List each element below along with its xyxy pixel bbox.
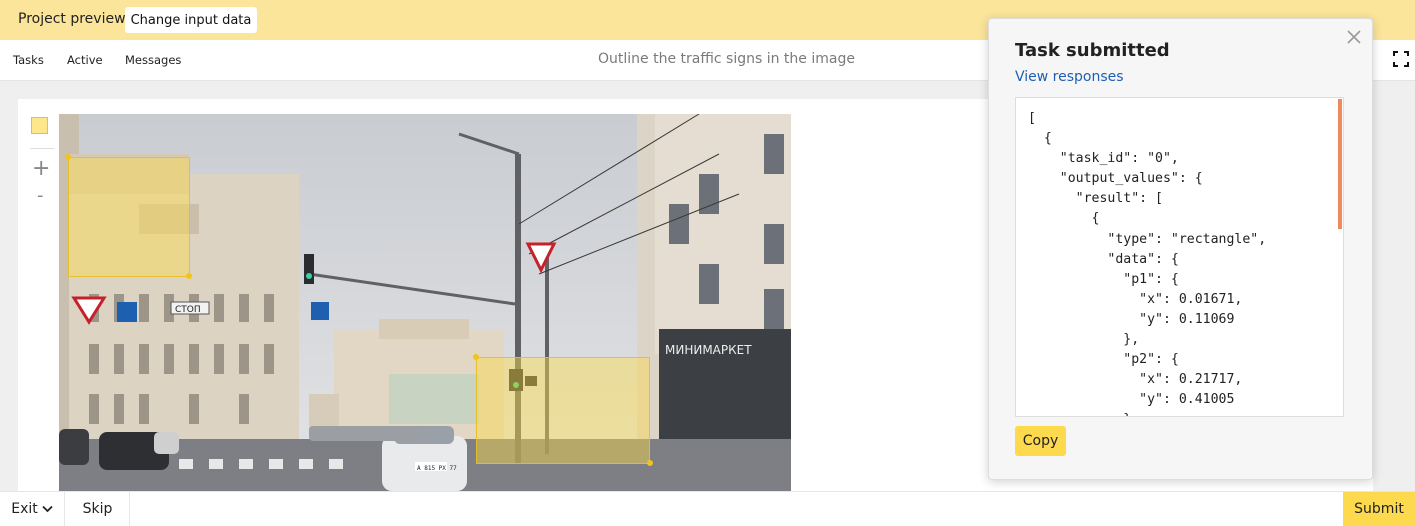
view-responses-link[interactable]: View responses: [1015, 69, 1124, 85]
skip-button[interactable]: Skip: [66, 492, 130, 526]
annotation-rectangle-2[interactable]: [476, 357, 650, 464]
json-output-text: [ { "task_id": "0", "output_values": { "…: [1028, 111, 1267, 416]
annotation-handle[interactable]: [647, 460, 653, 466]
scrollbar-thumb[interactable]: [1338, 99, 1342, 229]
tool-divider: [30, 148, 54, 149]
tab-tasks[interactable]: Tasks: [13, 53, 44, 67]
project-preview-title: Project preview: [18, 11, 126, 27]
exit-button[interactable]: Exit: [0, 492, 65, 526]
annotation-handle[interactable]: [186, 273, 192, 279]
json-output-box[interactable]: [ { "task_id": "0", "output_values": { "…: [1015, 97, 1344, 417]
street-photo[interactable]: МИНИМАРКЕТ А 815 РХ 77 СТОП: [59, 114, 791, 491]
close-icon[interactable]: [1346, 29, 1362, 45]
task-instruction: Outline the traffic signs in the image: [598, 51, 855, 67]
street-sign-text: СТОП: [175, 305, 201, 315]
task-submitted-dialog: Task submitted View responses [ { "task_…: [988, 18, 1373, 480]
submit-button[interactable]: Submit: [1343, 492, 1415, 526]
action-bar: Exit Skip Submit: [0, 491, 1415, 526]
zoom-out-icon[interactable]: -: [37, 187, 44, 205]
annotation-handle[interactable]: [65, 154, 71, 160]
fullscreen-icon[interactable]: [1393, 51, 1409, 67]
change-input-data-button[interactable]: Change input data: [125, 7, 257, 33]
exit-label: Exit: [11, 501, 38, 517]
tab-active[interactable]: Active: [67, 53, 103, 67]
rectangle-tool-icon[interactable]: [31, 117, 48, 134]
annotation-rectangle-1[interactable]: [68, 157, 190, 277]
dialog-title: Task submitted: [1015, 40, 1170, 61]
annotation-handle[interactable]: [473, 354, 479, 360]
store-sign-text: МИНИМАРКЕТ: [665, 343, 752, 357]
chevron-down-icon: [42, 505, 53, 513]
zoom-in-icon[interactable]: +: [32, 158, 50, 180]
license-plate: А 815 РХ 77: [417, 465, 457, 472]
tab-messages[interactable]: Messages: [125, 53, 181, 67]
copy-button[interactable]: Copy: [1015, 426, 1066, 456]
